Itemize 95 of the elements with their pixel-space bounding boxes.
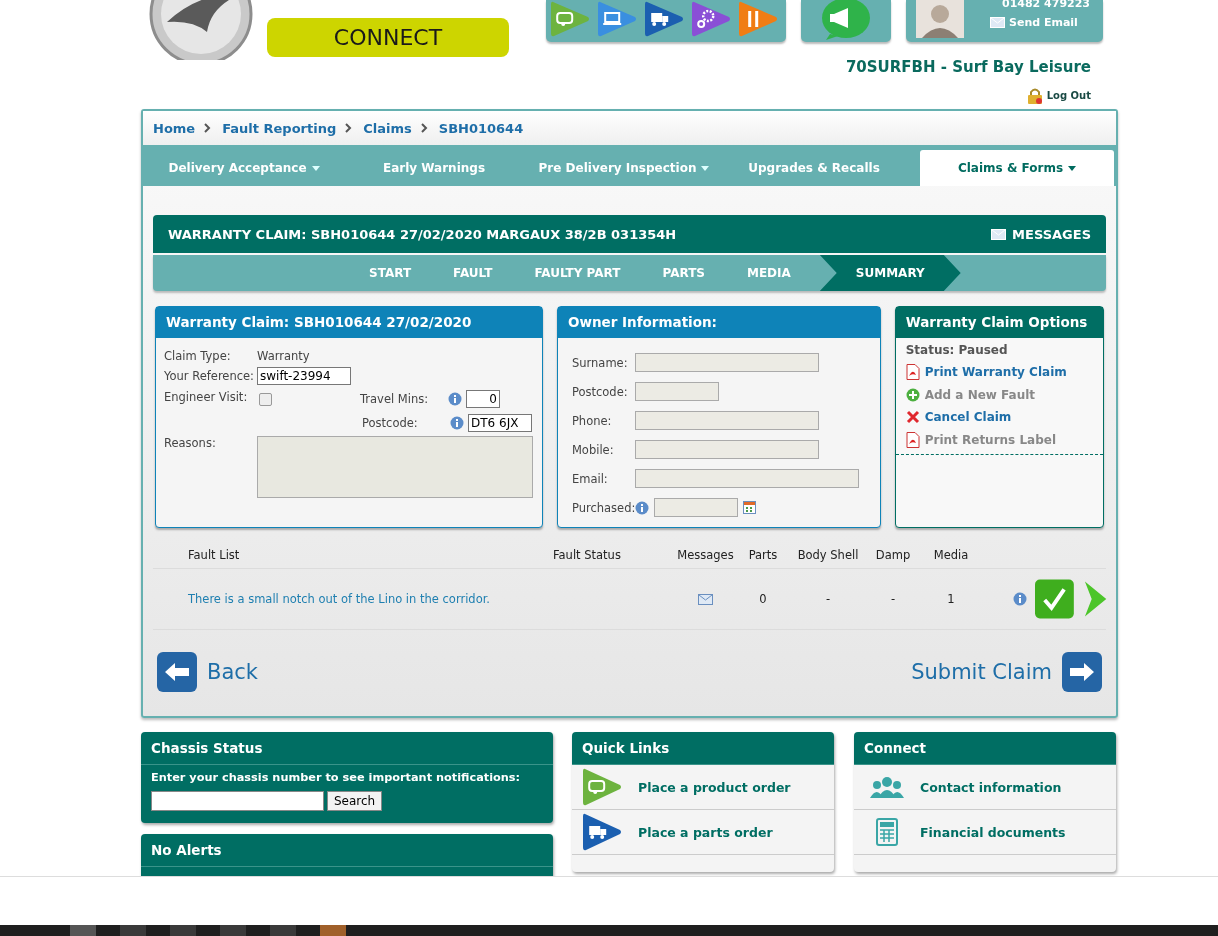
field-label: Postcode:: [362, 416, 419, 430]
column-header: Fault Status: [553, 548, 622, 562]
field-label: Travel Mins:: [360, 392, 430, 406]
postcode-field[interactable]: DT6 6JX: [468, 414, 532, 432]
field-label: Engineer Visit:: [164, 390, 249, 404]
nav-tab[interactable]: Claims & Forms: [920, 150, 1114, 186]
search-button[interactable]: Search: [327, 791, 383, 811]
field-label: Reasons:: [164, 436, 217, 450]
reference-field[interactable]: swift-23994: [257, 367, 351, 385]
step-tab[interactable]: SUMMARY: [819, 255, 961, 291]
field-label: Phone:: [571, 413, 613, 428]
chevron-icon: [204, 123, 212, 133]
checkmark-button-icon: [1035, 579, 1074, 619]
input-field[interactable]: [634, 353, 819, 372]
option-link[interactable]: Print Warranty Claim: [895, 360, 1103, 384]
input-field[interactable]: [634, 440, 819, 459]
column-header: Messages: [676, 548, 735, 562]
pdf-icon: [905, 364, 920, 380]
chevron-icon: [345, 123, 353, 133]
breadcrumb-link[interactable]: SBH010644: [438, 120, 524, 136]
panel-title: No Alerts: [141, 834, 553, 867]
quick-link[interactable]: Place a product order: [572, 765, 834, 810]
breadcrumb-link[interactable]: Claims: [363, 120, 412, 136]
chassis-number-field[interactable]: [151, 791, 324, 811]
account-name: 70SURFBH - Surf Bay Leisure: [845, 58, 1091, 76]
field-label: Mobile:: [571, 442, 615, 457]
pdf-icon: [905, 432, 920, 448]
engineer-visit-checkbox[interactable]: [259, 393, 272, 406]
panel-title: Connect: [854, 732, 1116, 765]
input-field[interactable]: [634, 469, 859, 488]
info-icon[interactable]: [1013, 592, 1027, 606]
megaphone-icon: [820, 0, 872, 40]
field-label: Email:: [571, 471, 609, 486]
panel-title: Owner Information:: [557, 307, 880, 338]
panel-title: Chassis Status: [141, 732, 553, 765]
field-label: Surname:: [571, 355, 629, 370]
cross-icon: [905, 410, 920, 424]
people-icon: [870, 776, 904, 798]
envelope-icon: [990, 17, 1005, 28]
panel-title: Warranty Claim: SBH010644 27/02/2020: [156, 307, 542, 338]
field-label: Claim Type:: [164, 349, 232, 363]
calculator-icon: [876, 818, 898, 846]
submit-claim-button[interactable]: Submit Claim: [911, 652, 1102, 692]
field-value: Warranty: [257, 349, 310, 363]
field-label: Postcode:: [571, 384, 629, 399]
logout-link[interactable]: Log Out: [1026, 82, 1091, 108]
claim-status: Status: Paused: [904, 342, 1009, 359]
quick-link[interactable]: Financial documents: [854, 810, 1116, 855]
padlock-icon: [1026, 86, 1043, 104]
envelope-icon: [991, 228, 1007, 240]
breadcrumb-link[interactable]: Fault Reporting: [222, 120, 337, 136]
column-header: Media: [932, 548, 970, 562]
taskbar-app-icon[interactable]: [170, 925, 196, 936]
input-field[interactable]: [634, 382, 719, 401]
envelope-icon[interactable]: [698, 593, 713, 605]
truck-icon: [581, 812, 622, 852]
laptop-icon[interactable]: [597, 0, 637, 38]
add-icon: [905, 388, 920, 402]
taskbar-app-icon[interactable]: [320, 925, 346, 936]
table-cell-text: 1: [946, 592, 956, 606]
travel-mins-field[interactable]: 0: [466, 390, 500, 408]
quick-link[interactable]: Place a parts order: [572, 810, 834, 855]
column-header: Body Shell: [796, 548, 860, 562]
field-label: Your Reference:: [164, 369, 255, 383]
prompt-text: Enter your chassis number to see important notifications:: [150, 770, 522, 786]
fault-link[interactable]: There is a small notch out of the Lino in the corridor.: [153, 592, 553, 606]
back-button[interactable]: Back: [157, 652, 258, 692]
input-field[interactable]: [634, 411, 819, 430]
info-icon: [450, 416, 464, 430]
claim-title: WARRANTY CLAIM: SBH010644 27/02/2020 MARGAUX 38/2B 031354H: [168, 226, 677, 242]
breadcrumb-link[interactable]: Home: [153, 120, 196, 136]
table-cell-text: -: [889, 592, 897, 606]
column-header: Parts: [747, 548, 779, 562]
avatar-icon: [916, 0, 964, 38]
date-field[interactable]: [653, 498, 738, 517]
taskbar-app-icon[interactable]: [270, 925, 296, 936]
reasons-field[interactable]: [257, 436, 533, 498]
chevron-icon: [420, 123, 428, 133]
column-header: Damp: [874, 548, 912, 562]
messages-link[interactable]: MESSAGES: [991, 226, 1091, 242]
taskbar-app-icon[interactable]: [120, 925, 146, 936]
info-icon: [448, 392, 462, 406]
taskbar-app-icon[interactable]: [220, 925, 246, 936]
calendar-icon[interactable]: [742, 501, 756, 514]
panel-title: Warranty Claim Options: [895, 307, 1103, 338]
table-cell-text: 0: [758, 592, 768, 606]
panel-title: Quick Links: [572, 732, 834, 765]
truck-icon[interactable]: [644, 0, 684, 38]
table-cell-text: -: [824, 592, 832, 606]
option-link[interactable]: Cancel Claim: [895, 406, 1103, 428]
quick-link[interactable]: Contact information: [854, 765, 1116, 810]
logo-text: CONNECT: [267, 18, 509, 57]
column-header: Fault List: [187, 548, 241, 562]
info-icon: [634, 500, 649, 515]
taskbar-app-icon[interactable]: [70, 925, 96, 936]
